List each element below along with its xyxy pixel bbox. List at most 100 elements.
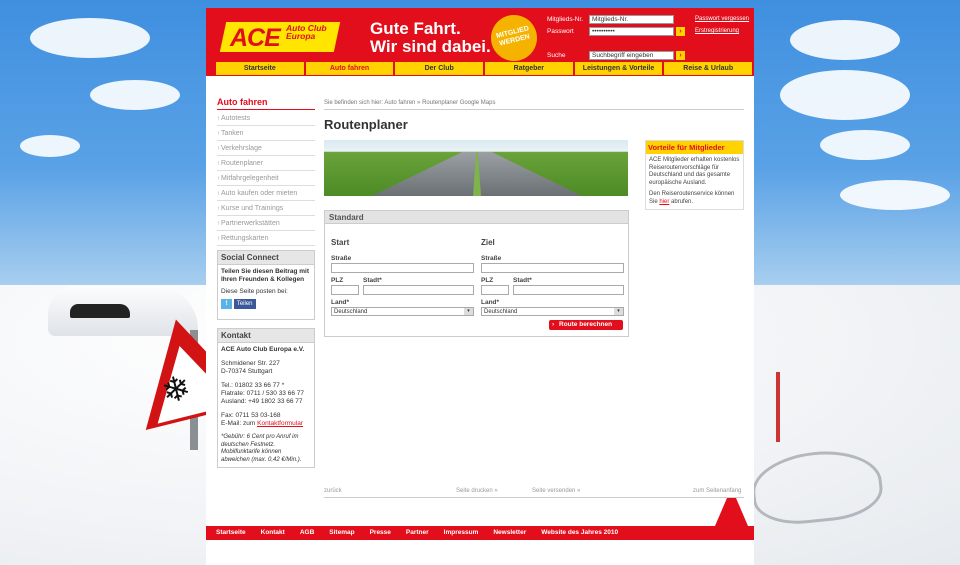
contact-tel: Tel.: 01802 33 66 77 * — [221, 382, 285, 389]
footer-agb[interactable]: AGB — [300, 526, 314, 540]
start-country-label: Land* — [331, 299, 350, 306]
cloud — [90, 80, 180, 110]
password-label: Passwort — [547, 28, 574, 35]
sidebar-nav: Autotests Tanken Verkehrslage Routenplan… — [217, 111, 315, 246]
ziel-city-input[interactable] — [513, 285, 624, 295]
start-country-value: Deutschland — [334, 309, 368, 315]
contact-body: ACE Auto Club Europa e.V. Schmidener Str… — [218, 343, 314, 467]
footer-presse[interactable]: Presse — [370, 526, 391, 540]
ziel-heading: Ziel — [481, 238, 495, 247]
cloud — [820, 130, 910, 160]
footer-partner[interactable]: Partner — [406, 526, 429, 540]
snow-stake — [776, 372, 780, 442]
sidebar-item-partnerwerkstaetten[interactable]: Partnerwerkstätten — [217, 216, 315, 231]
contact-street: Schmidener Str. 227 — [221, 360, 280, 367]
benefits-text2-suffix: abrufen. — [669, 198, 694, 205]
sidebar-item-mitfahrgelegenheit[interactable]: Mitfahrgelegenheit — [217, 171, 315, 186]
sidebar-item-routenplaner[interactable]: Routenplaner — [217, 156, 315, 171]
slogan: Gute Fahrt. Wir sind dabei. — [370, 20, 491, 56]
nav-der-club[interactable]: Der Club — [395, 62, 484, 75]
cloud — [780, 70, 910, 120]
start-plz-input[interactable] — [331, 285, 359, 295]
benefits-title: Vorteile für Mitglieder — [646, 141, 743, 154]
ziel-plz-label: PLZ — [481, 277, 494, 284]
contact-abroad: Ausland: +49 1802 33 66 77 — [221, 398, 303, 405]
nav-ratgeber[interactable]: Ratgeber — [485, 62, 573, 75]
start-street-label: Straße — [331, 255, 352, 262]
dropdown-arrow-icon: ▾ — [614, 308, 623, 315]
social-title: Social Connect — [218, 251, 314, 265]
page: ACE Auto Club Europa Gute Fahrt. Wir sin… — [206, 8, 754, 565]
footer-startseite[interactable]: Startseite — [216, 526, 246, 540]
ziel-country-select[interactable]: Deutschland ▾ — [481, 307, 624, 316]
nav-leistungen[interactable]: Leistungen & Vorteile — [574, 62, 663, 75]
search-submit-button[interactable]: › — [676, 51, 685, 60]
sidebar-item-tanken[interactable]: Tanken — [217, 126, 315, 141]
membership-badge[interactable]: MITGLIED WERDEN — [486, 10, 542, 66]
form-title: Standard — [325, 211, 628, 224]
ziel-plz-input[interactable] — [481, 285, 509, 295]
logo-text: ACE — [230, 24, 281, 52]
sidebar-item-rettungskarten[interactable]: Rettungskarten — [217, 231, 315, 246]
start-street-input[interactable] — [331, 263, 474, 273]
contact-form-link[interactable]: Kontaktformular — [257, 420, 303, 427]
footer-kontakt[interactable]: Kontakt — [261, 526, 285, 540]
footer-sitemap[interactable]: Sitemap — [329, 526, 354, 540]
ziel-city-label: Stadt* — [513, 277, 532, 284]
start-heading: Start — [331, 238, 350, 247]
start-country-select[interactable]: Deutschland ▾ — [331, 307, 474, 316]
social-post-label: Diese Seite posten bei: — [221, 288, 288, 295]
twitter-button[interactable]: t — [221, 299, 232, 309]
sidebar-item-kurse[interactable]: Kurse und Trainings — [217, 201, 315, 216]
footer-impressum[interactable]: Impressum — [444, 526, 479, 540]
social-body: Teilen Sie diesen Beitrag mit Ihren Freu… — [218, 265, 314, 312]
social-connect-box: Social Connect Teilen Sie diesen Beitrag… — [217, 250, 315, 320]
start-city-label: Stadt* — [363, 277, 382, 284]
member-number-label: Mitglieds-Nr. — [547, 16, 584, 23]
contact-title: Kontakt — [218, 329, 314, 343]
sidebar-title[interactable]: Auto fahren — [217, 97, 315, 110]
search-label: Suche — [547, 52, 566, 59]
highway-image — [324, 140, 628, 196]
car-window — [70, 304, 130, 318]
login-submit-button[interactable]: › — [676, 27, 685, 36]
facebook-share-button[interactable]: Teilen — [233, 299, 256, 309]
sidebar-item-autotests[interactable]: Autotests — [217, 111, 315, 126]
ziel-street-label: Straße — [481, 255, 502, 262]
cloud — [790, 20, 900, 60]
forgot-password-link[interactable]: Passwort vergessen — [695, 16, 749, 22]
header: ACE Auto Club Europa Gute Fahrt. Wir sin… — [206, 8, 754, 70]
register-link[interactable]: Erstregistrierung — [695, 28, 739, 34]
nav-startseite[interactable]: Startseite — [216, 62, 304, 75]
benefits-here-link[interactable]: hier — [659, 199, 669, 205]
back-link[interactable]: zurück — [324, 488, 342, 494]
breadcrumb: Sie befinden sich hier: Auto fahren » Ro… — [324, 100, 744, 110]
footer-website-des-jahres[interactable]: Website des Jahres 2010 — [541, 526, 618, 540]
send-link[interactable]: Seite versenden » — [532, 488, 580, 494]
route-form: Standard Start Ziel Straße Straße PLZ St… — [324, 210, 629, 337]
contact-org: ACE Auto Club Europa e.V. — [221, 346, 305, 353]
divider — [324, 497, 744, 498]
member-number-input[interactable]: Mitglieds-Nr. — [589, 15, 674, 24]
print-link[interactable]: Seite drucken » — [456, 488, 498, 494]
nav-auto-fahren[interactable]: Auto fahren — [305, 62, 394, 75]
ziel-street-input[interactable] — [481, 263, 624, 273]
search-input[interactable]: Suchbegriff eingeben — [589, 51, 674, 60]
start-plz-label: PLZ — [331, 277, 344, 284]
start-city-input[interactable] — [363, 285, 474, 295]
sidebar-item-verkehrslage[interactable]: Verkehrslage — [217, 141, 315, 156]
cloud — [30, 18, 150, 58]
calculate-route-button[interactable]: Route berechnen — [549, 320, 623, 330]
contact-box: Kontakt ACE Auto Club Europa e.V. Schmid… — [217, 328, 315, 468]
footer-newsletter[interactable]: Newsletter — [493, 526, 526, 540]
ziel-country-label: Land* — [481, 299, 500, 306]
contact-email-prefix: E-Mail: zum — [221, 420, 258, 427]
benefits-body: ACE Mitglieder erhalten kostenlos Reiser… — [646, 154, 743, 209]
page-title: Routenplaner — [324, 117, 408, 132]
password-input[interactable]: •••••••••• — [589, 27, 674, 36]
nav-reise[interactable]: Reise & Urlaub — [664, 62, 753, 75]
sidebar-item-auto-kaufen[interactable]: Auto kaufen oder mieten — [217, 186, 315, 201]
top-link[interactable]: zum Seitenanfang — [693, 488, 741, 494]
slogan-line1: Gute Fahrt. — [370, 19, 461, 38]
benefits-text2: Den Reiseroutenservice können Sie hier a… — [649, 191, 740, 206]
